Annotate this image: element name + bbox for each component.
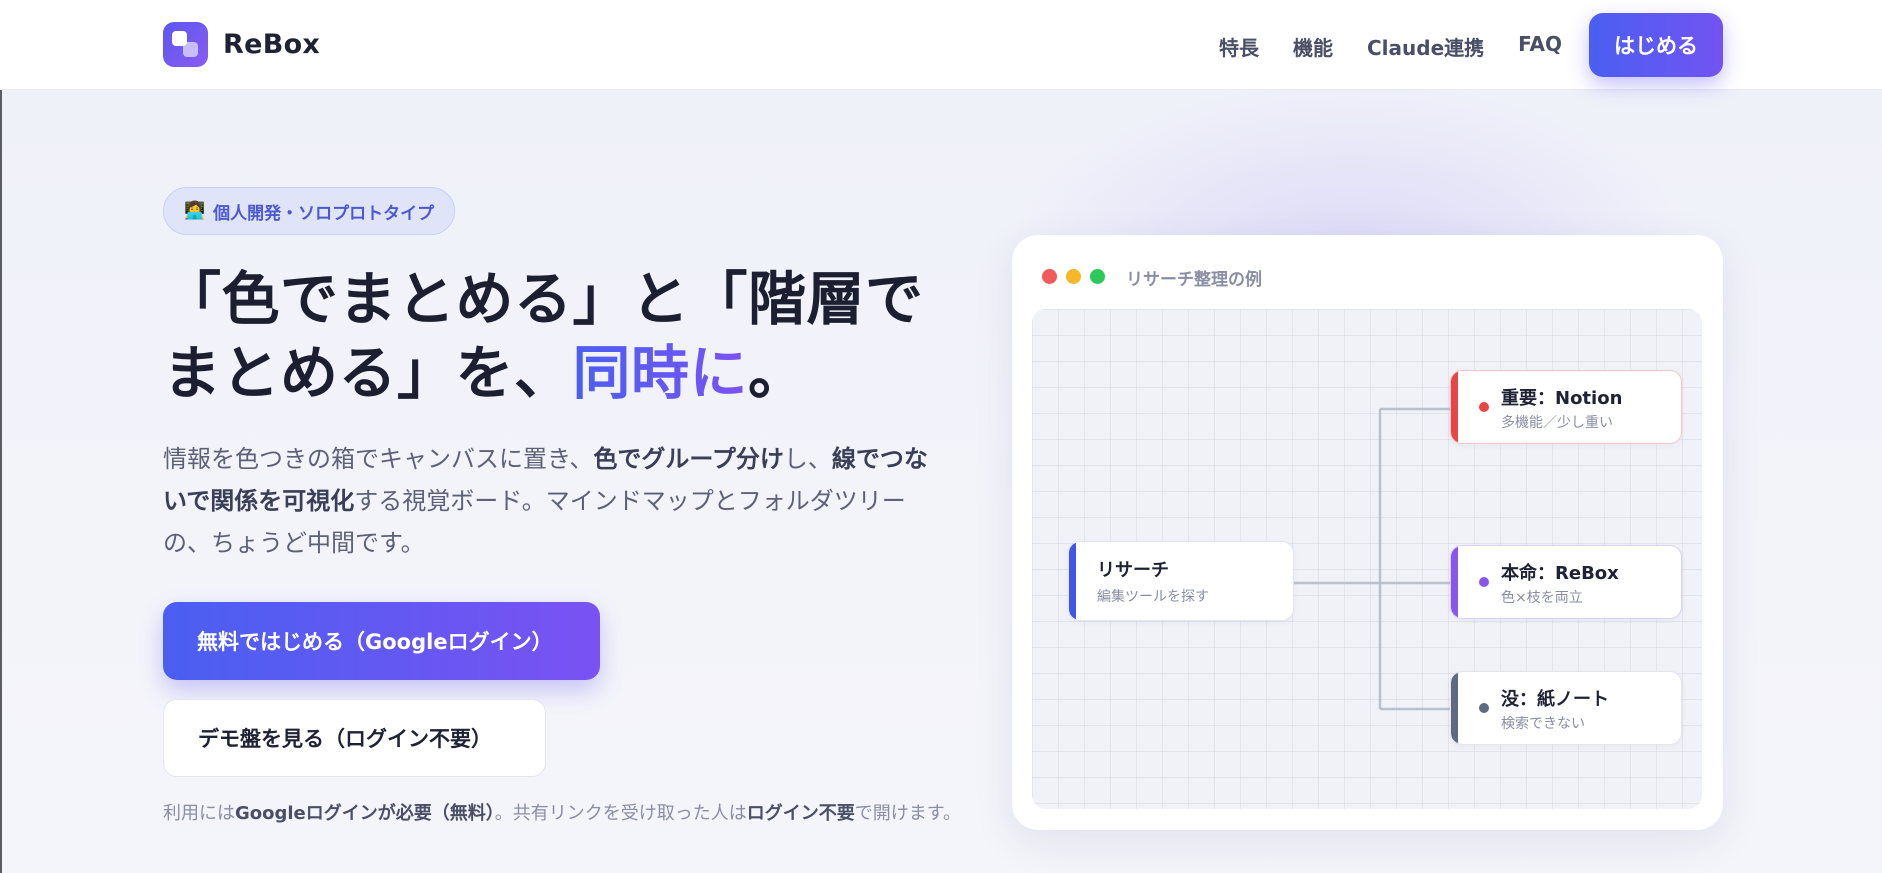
node-root[interactable]: リサーチ 編集ツールを探す	[1068, 541, 1294, 621]
node-dot-icon	[1479, 577, 1489, 587]
node-color-bar	[1451, 546, 1458, 618]
hero-title-end: 。	[748, 339, 807, 407]
nav-link-features[interactable]: 特長	[1219, 32, 1259, 61]
close-dot-icon	[1042, 269, 1057, 284]
node-color-bar	[1069, 542, 1076, 620]
node-title: 没：紙ノート	[1501, 689, 1609, 710]
desc-bold-1: 色でグループ分け	[593, 445, 784, 473]
note-text-3: で開けます。	[854, 803, 961, 824]
demo-preview-card: リサーチ整理の例 リサーチ 編集ツールを探す 重要：Notion 多機能／少し重…	[1012, 235, 1723, 830]
hero-title-line2: まとめる」を、	[163, 339, 573, 407]
node-dot-icon	[1479, 703, 1489, 713]
window-edge	[0, 0, 2, 873]
hero-title-line1: 「色でまとめる」と「階層で	[163, 265, 924, 333]
node-title: リサーチ	[1097, 560, 1169, 581]
google-signup-button[interactable]: 無料ではじめる（Googleログイン）	[163, 602, 600, 680]
demo-board-button[interactable]: デモ盤を見る（ログイン不要）	[163, 699, 546, 777]
branch-lines	[1294, 407, 1456, 711]
logo[interactable]: ReBox	[163, 22, 320, 67]
demo-title: リサーチ整理の例	[1126, 270, 1262, 290]
badge-label: 個人開発・ソロプロトタイプ	[213, 203, 435, 224]
nav-link-claude[interactable]: Claude連携	[1367, 32, 1484, 61]
start-button[interactable]: はじめる	[1589, 13, 1723, 77]
hero-title-accent: 同時に	[572, 339, 749, 407]
logo-text: ReBox	[223, 29, 321, 60]
prototype-badge: 👩‍💻 個人開発・ソロプロトタイプ	[163, 187, 456, 235]
note-bold-2: ログイン不要	[746, 803, 855, 824]
window-controls	[1042, 269, 1105, 284]
nav-link-functions[interactable]: 機能	[1293, 32, 1333, 61]
node-subtitle: 多機能／少し重い	[1501, 415, 1613, 431]
developer-icon: 👩‍💻	[184, 201, 206, 221]
node-child-paper[interactable]: 没：紙ノート 検索できない	[1450, 671, 1682, 745]
node-color-bar	[1451, 672, 1458, 744]
node-child-notion[interactable]: 重要：Notion 多機能／少し重い	[1450, 370, 1682, 444]
logo-icon	[163, 22, 208, 67]
desc-text-1: 情報を色つきの箱でキャンバスに置き、	[163, 445, 594, 473]
note-text-1: 利用には	[163, 803, 235, 824]
node-dot-icon	[1479, 402, 1489, 412]
login-note: 利用にはGoogleログインが必要（無料）。共有リンクを受け取った人はログイン不…	[163, 798, 963, 829]
hero-description: 情報を色つきの箱でキャンバスに置き、色でグループ分けし、線でつないで関係を可視化…	[163, 438, 943, 564]
top-nav: ReBox 特長 機能 Claude連携 FAQ はじめる	[0, 0, 1882, 90]
node-color-bar	[1451, 371, 1458, 443]
note-bold-1: Googleログインが必要（無料）	[235, 803, 495, 824]
node-title: 本命：ReBox	[1501, 563, 1619, 584]
nav-link-faq[interactable]: FAQ	[1518, 32, 1562, 61]
hero-title: 「色でまとめる」と「階層で まとめる」を、同時に。	[163, 262, 963, 410]
desc-text-2: し、	[783, 445, 832, 473]
board-canvas[interactable]: リサーチ 編集ツールを探す 重要：Notion 多機能／少し重い 本命：ReBo…	[1032, 309, 1702, 809]
node-title: 重要：Notion	[1501, 388, 1623, 409]
note-text-2: 。共有リンクを受け取った人は	[494, 803, 747, 824]
node-subtitle: 検索できない	[1501, 716, 1585, 732]
minimize-dot-icon	[1066, 269, 1081, 284]
node-child-rebox[interactable]: 本命：ReBox 色×枝を両立	[1450, 545, 1682, 619]
node-subtitle: 編集ツールを探す	[1097, 589, 1209, 605]
maximize-dot-icon	[1090, 269, 1105, 284]
nav-links: 特長 機能 Claude連携 FAQ	[1219, 32, 1562, 61]
node-subtitle: 色×枝を両立	[1501, 590, 1583, 606]
